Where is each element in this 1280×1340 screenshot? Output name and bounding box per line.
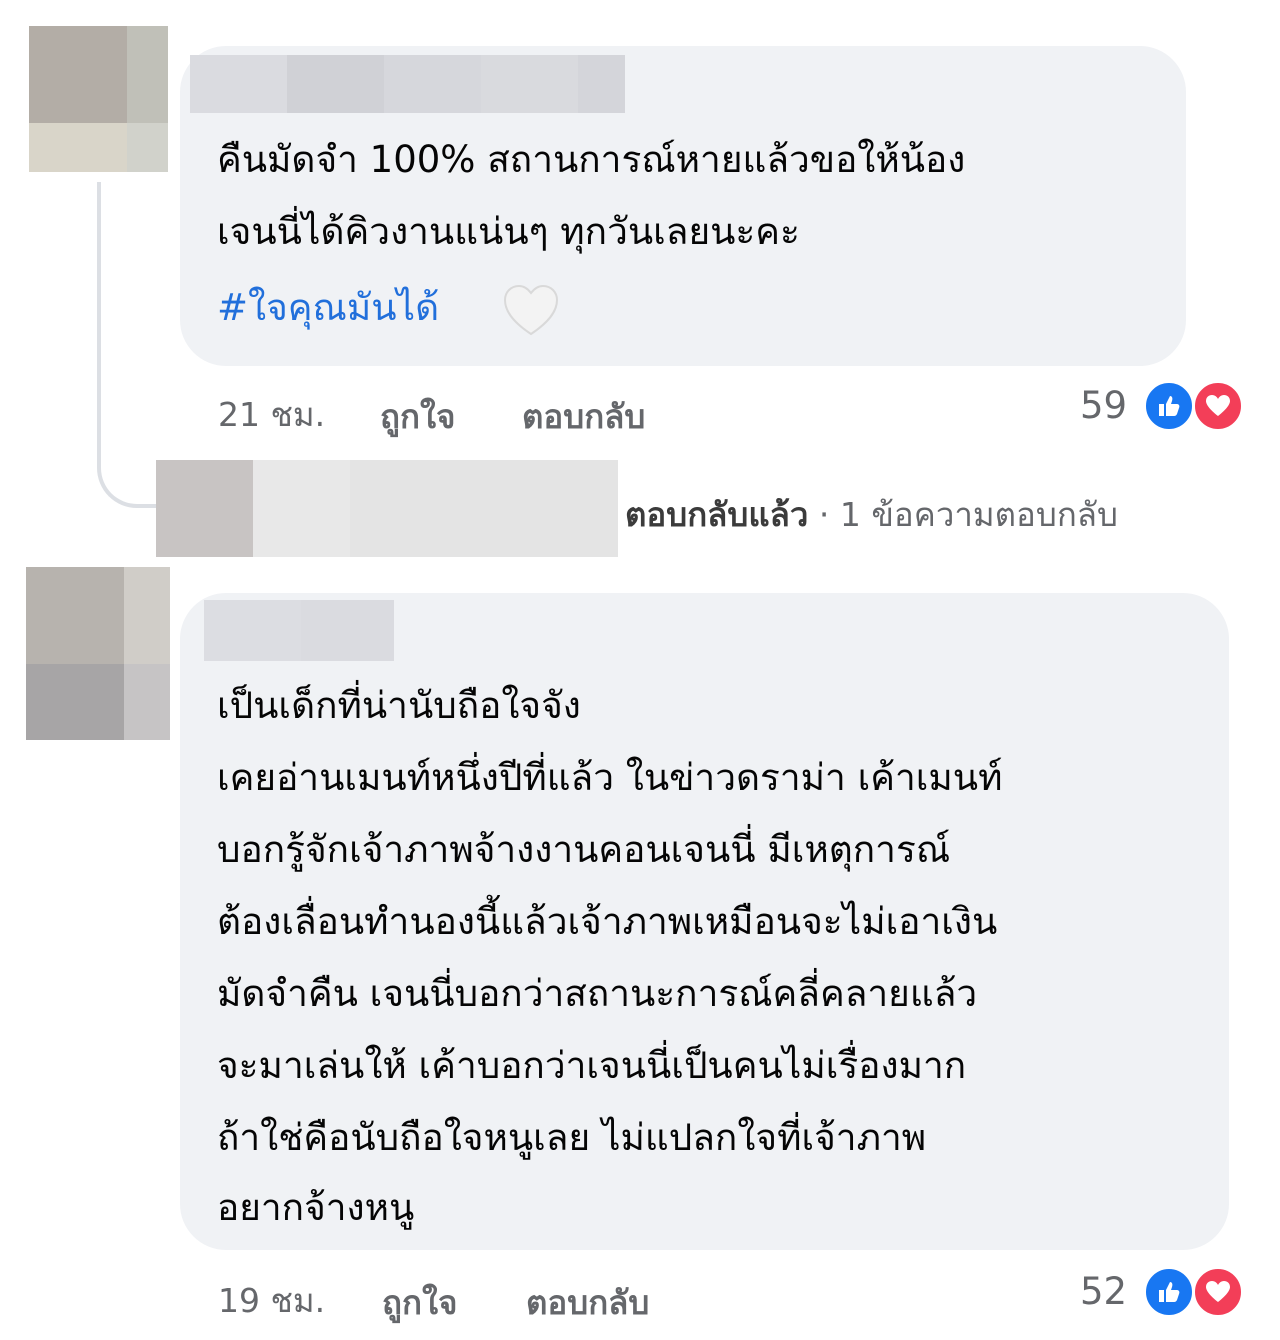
comment-timestamp[interactable]: 21 ชม.	[218, 388, 325, 441]
comment-text-line: ต้องเลื่อนทำนองนี้แล้วเจ้าภาพเหมือนจะไม่…	[217, 900, 998, 943]
reply-button[interactable]: ตอบกลับ	[522, 390, 645, 443]
comment-text-line: มัดจำคืน เจนนี่บอกว่าสถานะการณ์คลี่คลายแ…	[217, 972, 978, 1015]
comment-text-line: บอกรู้จักเจ้าภาพจ้างงานคอนเจนนี่ มีเหตุก…	[217, 828, 951, 871]
reply-button[interactable]: ตอบกลับ	[526, 1276, 649, 1329]
comment-text-line: เป็นเด็กที่น่านับถือใจจัง	[217, 684, 581, 727]
comment-text-line: อยากจ้างหนู	[217, 1186, 415, 1229]
love-icon	[1192, 1266, 1244, 1318]
love-icon	[1192, 380, 1244, 432]
comment-text-line: จะมาเล่นให้ เค้าบอกว่าเจนนี่เป็นคนไม่เรื…	[217, 1044, 967, 1087]
comment-text-line: ถ้าใช่คือนับถือใจหนูเลย ไม่แปลกใจที่เจ้า…	[217, 1116, 927, 1159]
hashtag-link[interactable]: #ใจคุณมันได้	[217, 286, 439, 329]
like-button[interactable]: ถูกใจ	[380, 390, 455, 443]
comment-hashtag-line: #ใจคุณมันได้	[217, 272, 439, 344]
thread-line	[97, 182, 161, 508]
reply-avatar[interactable]	[156, 460, 618, 557]
like-icon	[1143, 1266, 1195, 1318]
comment-text-line: คืนมัดจำ 100% สถานการณ์หายแล้วขอให้น้อง	[217, 138, 966, 181]
comment-timestamp[interactable]: 19 ชม.	[218, 1274, 325, 1327]
commenter-name[interactable]	[190, 55, 625, 113]
reaction-count[interactable]: 59	[1080, 384, 1127, 427]
avatar[interactable]	[29, 26, 168, 172]
white-heart-icon	[503, 284, 559, 336]
like-icon	[1143, 380, 1195, 432]
like-button[interactable]: ถูกใจ	[382, 1276, 457, 1329]
reaction-count[interactable]: 52	[1080, 1270, 1127, 1313]
view-replies-link[interactable]: ตอบกลับแล้ว · 1 ข้อความตอบกลับ	[625, 488, 1118, 541]
comment-text-line: เจนนี่ได้คิวงานแน่นๆ ทุกวันเลยนะคะ	[217, 210, 800, 253]
commenter-name[interactable]	[204, 600, 394, 661]
comment-text-line: เคยอ่านเมนท์หนึ่งปีที่แล้ว ในข่าวดราม่า …	[217, 756, 1003, 799]
avatar[interactable]	[26, 567, 170, 740]
